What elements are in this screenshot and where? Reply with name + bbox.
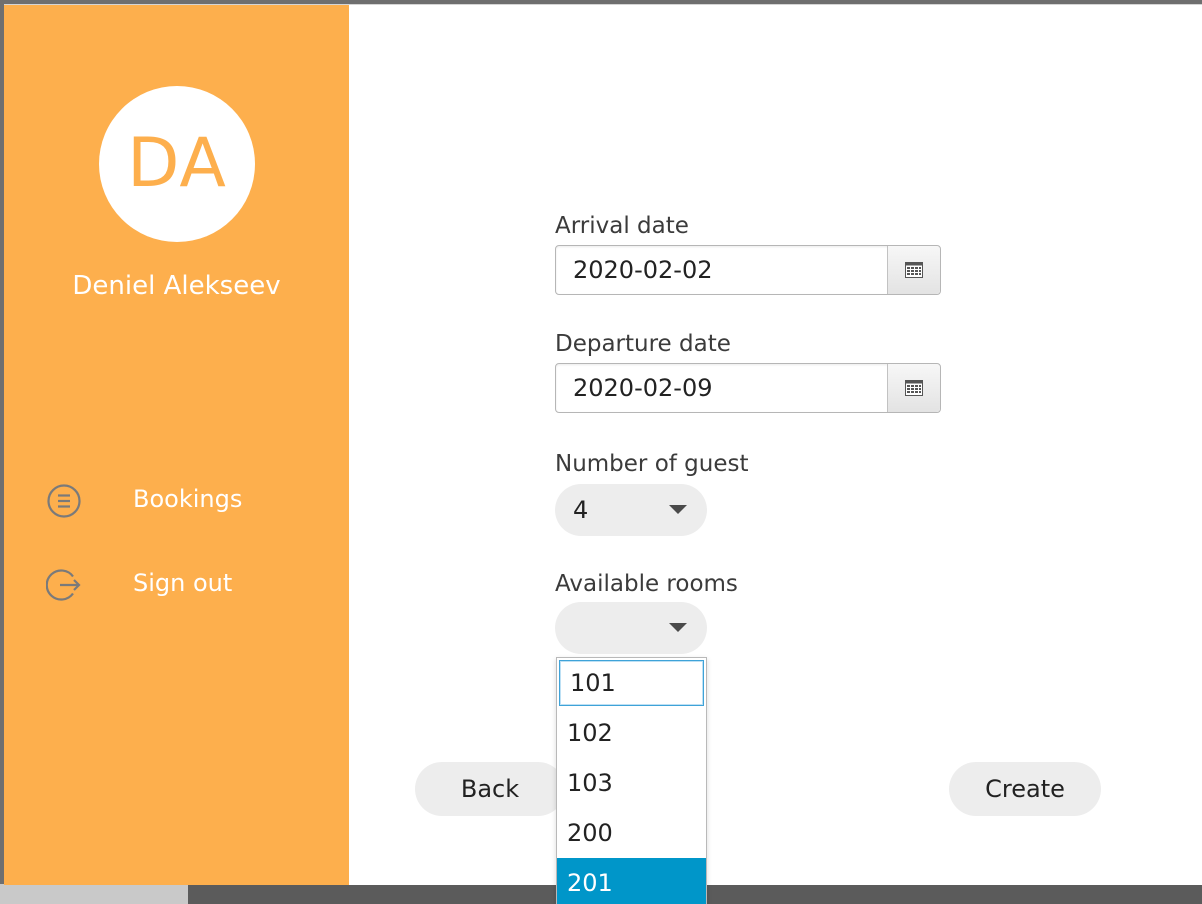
dropdown-option-200[interactable]: 200 [557,808,706,858]
arrival-date-label: Arrival date [555,213,689,239]
arrival-calendar-button[interactable] [887,246,940,294]
dropdown-option-102[interactable]: 102 [557,708,706,758]
dropdown-option-101[interactable]: 101 [559,660,704,706]
arrival-date-field[interactable]: 2020-02-02 [555,245,941,295]
sidebar-item-label: Bookings [133,485,243,513]
departure-calendar-button[interactable] [887,364,940,412]
create-button[interactable]: Create [949,762,1101,816]
guests-select-value: 4 [573,496,589,524]
desktop-background-light [0,884,188,904]
calendar-icon [905,380,923,396]
sidebar-item-bookings[interactable]: Bookings [46,481,306,521]
exit-arrow-icon [45,567,82,603]
back-button[interactable]: Back [415,762,565,816]
dropdown-option-103[interactable]: 103 [557,758,706,808]
rooms-label: Available rooms [555,571,738,597]
departure-date-value[interactable]: 2020-02-09 [573,374,712,402]
arrival-date-value[interactable]: 2020-02-02 [573,256,712,284]
rooms-dropdown-list: 101 102 103 200 201 [556,657,707,904]
avatar: DA [99,86,255,242]
chevron-down-icon [669,623,687,632]
sidebar: DA Deniel Alekseev Bookings Sign out [4,5,349,885]
sidebar-item-signout[interactable]: Sign out [45,565,306,605]
departure-date-label: Departure date [555,331,731,357]
sidebar-item-label: Sign out [133,569,233,597]
list-circle-icon [46,483,82,519]
guests-label: Number of guest [555,451,749,477]
guests-select[interactable]: 4 [555,484,707,536]
calendar-icon [905,262,923,278]
rooms-select[interactable] [555,602,707,654]
booking-window: DA Deniel Alekseev Bookings Sign out Arr… [4,4,1202,904]
chevron-down-icon [669,505,687,514]
user-name: Deniel Alekseev [72,271,281,301]
departure-date-field[interactable]: 2020-02-09 [555,363,941,413]
dropdown-option-201[interactable]: 201 [557,858,706,904]
